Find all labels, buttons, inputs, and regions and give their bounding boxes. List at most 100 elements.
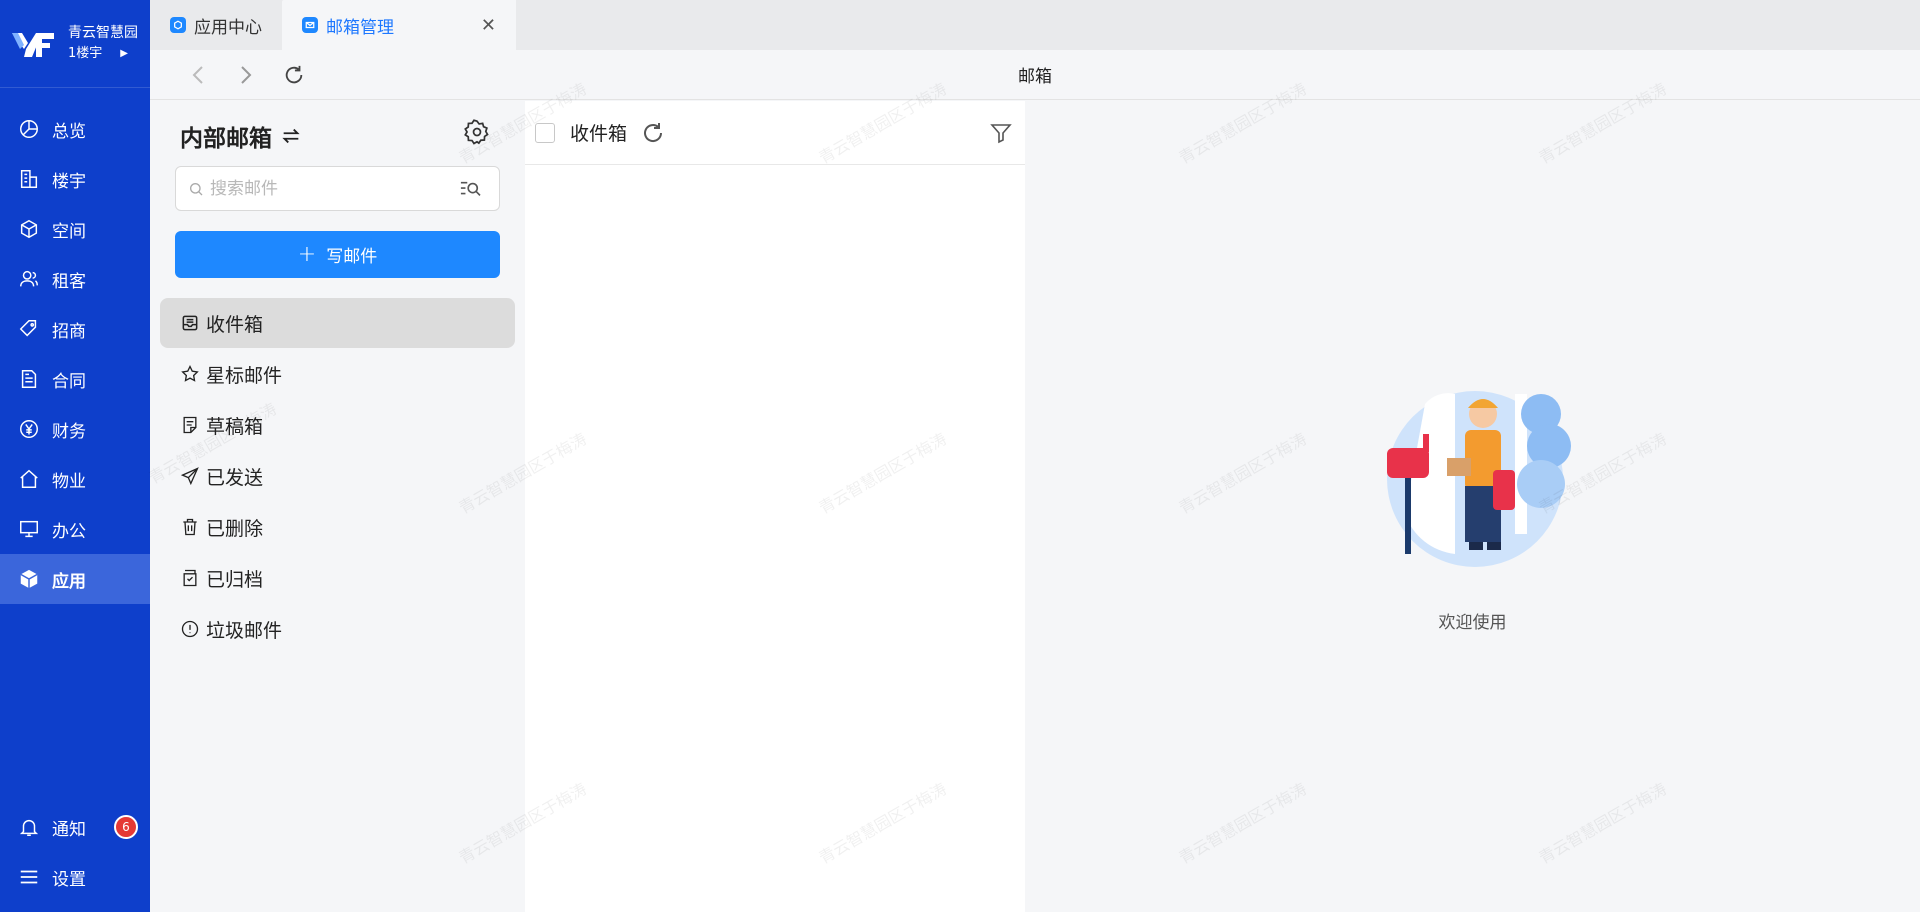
nav-label: 办公 — [52, 521, 86, 542]
home-icon — [20, 469, 38, 488]
reload-button[interactable] — [282, 63, 306, 87]
folder-label: 已发送 — [206, 466, 264, 489]
nav-label: 合同 — [52, 371, 86, 392]
brand-header[interactable]: 青云智慧园 1楼宇 ▶ — [0, 0, 150, 88]
mailbox-sidebar: 内部邮箱 + 写邮件 收件箱 星标邮件 草稿箱 已发送 — [150, 101, 524, 912]
pie-chart-icon — [20, 120, 38, 138]
folder-label: 已删除 — [206, 517, 264, 540]
tab-label: 应用中心 — [194, 17, 262, 38]
nav-item-property[interactable]: 物业 — [0, 454, 150, 504]
nav-label: 通知 — [52, 819, 86, 840]
compose-button[interactable]: + 写邮件 — [175, 231, 500, 278]
send-icon — [180, 467, 199, 486]
archive-icon — [183, 569, 197, 587]
nav-item-space[interactable]: 空间 — [0, 204, 150, 254]
reading-pane: 欢迎使用 — [1025, 101, 1920, 912]
welcome-text: 欢迎使用 — [1438, 613, 1507, 633]
bell-icon — [19, 819, 39, 836]
refresh-icon — [285, 65, 303, 83]
nav-item-building[interactable]: 楼宇 — [0, 154, 150, 204]
inbox-icon — [182, 315, 198, 331]
app-cube-icon — [20, 569, 38, 589]
tag-icon — [19, 320, 37, 337]
nav-label: 招商 — [52, 321, 86, 342]
chevron-left-icon — [192, 65, 203, 84]
folder-label: 草稿箱 — [206, 415, 264, 438]
building-label: 1楼宇 — [68, 45, 103, 61]
mail-list-header: 收件箱 — [525, 101, 1025, 165]
folder-inbox[interactable]: 收件箱 — [160, 298, 515, 348]
trash-icon — [183, 518, 197, 536]
folder-label: 已归档 — [206, 568, 264, 591]
app-center-icon — [170, 17, 186, 33]
folder-spam[interactable]: 垃圾邮件 — [160, 604, 515, 654]
nav-label: 财务 — [52, 421, 86, 442]
compose-label: 写邮件 — [326, 247, 378, 267]
page-title: 邮箱 — [1018, 67, 1052, 87]
nav-label: 总览 — [52, 121, 86, 142]
folder-sent[interactable]: 已发送 — [160, 451, 515, 501]
nav-bottom: 通知 6 设置 — [0, 802, 150, 912]
close-tab-icon[interactable]: ✕ — [481, 15, 496, 36]
caret-right-icon[interactable]: ▶ — [120, 43, 128, 65]
tab-bar: 应用中心 邮箱管理 ✕ — [150, 0, 1920, 50]
spam-icon — [181, 620, 199, 638]
mail-search-input[interactable] — [210, 178, 450, 199]
document-icon — [21, 370, 37, 388]
nav-label: 空间 — [52, 221, 86, 242]
advanced-search-icon[interactable] — [459, 179, 481, 199]
folder-label: 垃圾邮件 — [206, 619, 283, 642]
nav-item-tenant[interactable]: 租客 — [0, 254, 150, 304]
nav-item-office[interactable]: 办公 — [0, 504, 150, 554]
brand-logo — [12, 27, 58, 61]
nav-item-finance[interactable]: 财务 — [0, 404, 150, 454]
mailbox-title: 内部邮箱 — [180, 126, 272, 152]
folder-label: 收件箱 — [206, 313, 264, 336]
back-button[interactable] — [186, 63, 210, 87]
mail-list-panel: 收件箱 — [525, 101, 1025, 912]
nav-item-settings[interactable]: 设置 — [0, 852, 150, 902]
folder-list: 收件箱 星标邮件 草稿箱 已发送 已删除 已归档 垃圾邮件 — [160, 298, 515, 655]
brand-name: 青云智慧园 — [68, 24, 138, 41]
folder-starred[interactable]: 星标邮件 — [160, 349, 515, 399]
star-icon — [181, 364, 199, 382]
nav-item-investment[interactable]: 招商 — [0, 304, 150, 354]
page-toolbar: 邮箱 — [150, 50, 1920, 100]
nav-label: 应用 — [52, 571, 86, 592]
users-icon — [20, 270, 38, 287]
folder-drafts[interactable]: 草稿箱 — [160, 400, 515, 450]
nav-item-contract[interactable]: 合同 — [0, 354, 150, 404]
menu-icon — [20, 870, 38, 884]
tab-mailbox-management[interactable]: 邮箱管理 ✕ — [282, 0, 516, 50]
draft-icon — [183, 416, 197, 434]
nav-item-overview[interactable]: 总览 — [0, 104, 150, 154]
mailman-illustration — [1387, 391, 1571, 567]
nav-label: 租客 — [52, 271, 86, 292]
nav-label: 楼宇 — [52, 171, 86, 192]
mail-search-box — [175, 166, 500, 211]
refresh-icon[interactable] — [641, 121, 665, 145]
gear-icon[interactable] — [464, 119, 490, 145]
chevron-right-icon — [241, 65, 252, 84]
main-sidebar: 青云智慧园 1楼宇 ▶ 总览 楼宇 空间 租客 招商 合同 财务 物业 办公 应… — [0, 0, 150, 912]
nav-item-apps[interactable]: 应用 — [0, 554, 150, 604]
folder-archived[interactable]: 已归档 — [160, 553, 515, 603]
tab-label: 邮箱管理 — [326, 17, 394, 38]
monitor-icon — [20, 520, 38, 538]
mail-icon — [302, 17, 318, 33]
nav-item-notifications[interactable]: 通知 6 — [0, 802, 150, 852]
select-all-checkbox[interactable] — [535, 122, 555, 143]
folder-deleted[interactable]: 已删除 — [160, 502, 515, 552]
swap-icon[interactable] — [280, 125, 302, 147]
search-icon — [190, 182, 203, 195]
filter-icon[interactable] — [989, 121, 1013, 145]
tab-app-center[interactable]: 应用中心 — [150, 0, 282, 50]
nav-list: 总览 楼宇 空间 租客 招商 合同 财务 物业 办公 应用 — [0, 88, 150, 604]
building-icon — [20, 170, 38, 188]
nav-label: 设置 — [52, 869, 86, 890]
plus-icon: + — [297, 242, 317, 267]
nav-label: 物业 — [52, 471, 86, 492]
forward-button[interactable] — [234, 63, 258, 87]
mailbox-header: 内部邮箱 — [180, 119, 302, 153]
notification-badge: 6 — [114, 815, 138, 839]
